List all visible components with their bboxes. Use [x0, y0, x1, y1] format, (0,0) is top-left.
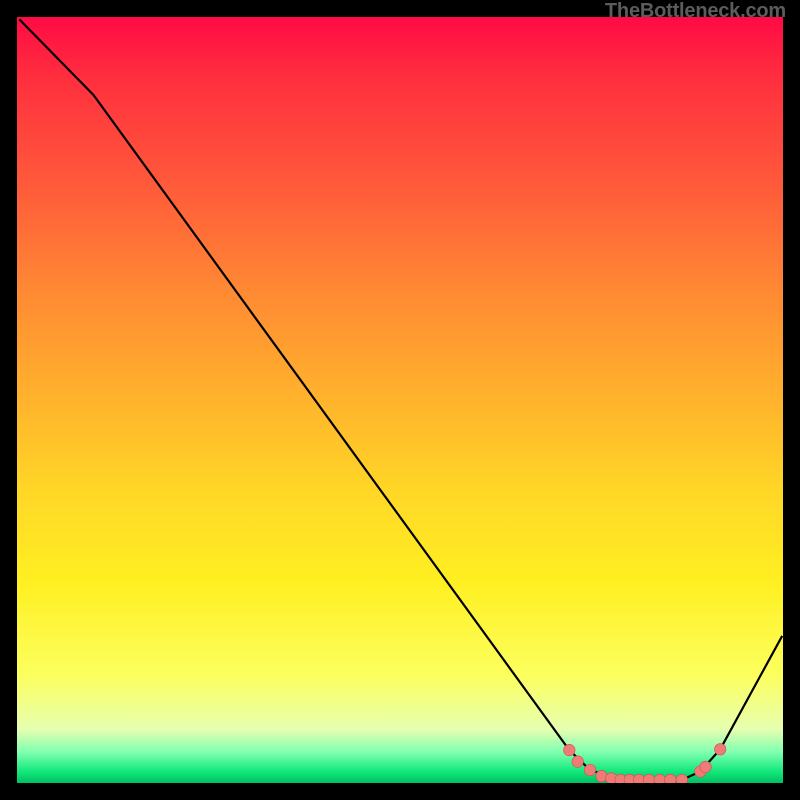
watermark-text: TheBottleneck.com — [605, 0, 786, 23]
curve-group — [19, 19, 782, 780]
curve-marker — [700, 761, 712, 773]
curve-marker — [596, 770, 608, 782]
chart-frame: TheBottleneck.com — [0, 0, 800, 800]
curve-marker — [714, 744, 726, 756]
bottleneck-curve — [19, 19, 782, 780]
plot-area — [17, 17, 783, 783]
curve-marker — [564, 744, 576, 756]
curve-marker — [654, 774, 666, 783]
curve-markers — [564, 744, 726, 783]
curve-marker — [643, 774, 655, 783]
curve-marker — [572, 756, 584, 768]
chart-overlay — [17, 17, 783, 783]
curve-marker — [676, 774, 688, 783]
curve-marker — [665, 774, 677, 783]
curve-marker — [584, 764, 596, 776]
